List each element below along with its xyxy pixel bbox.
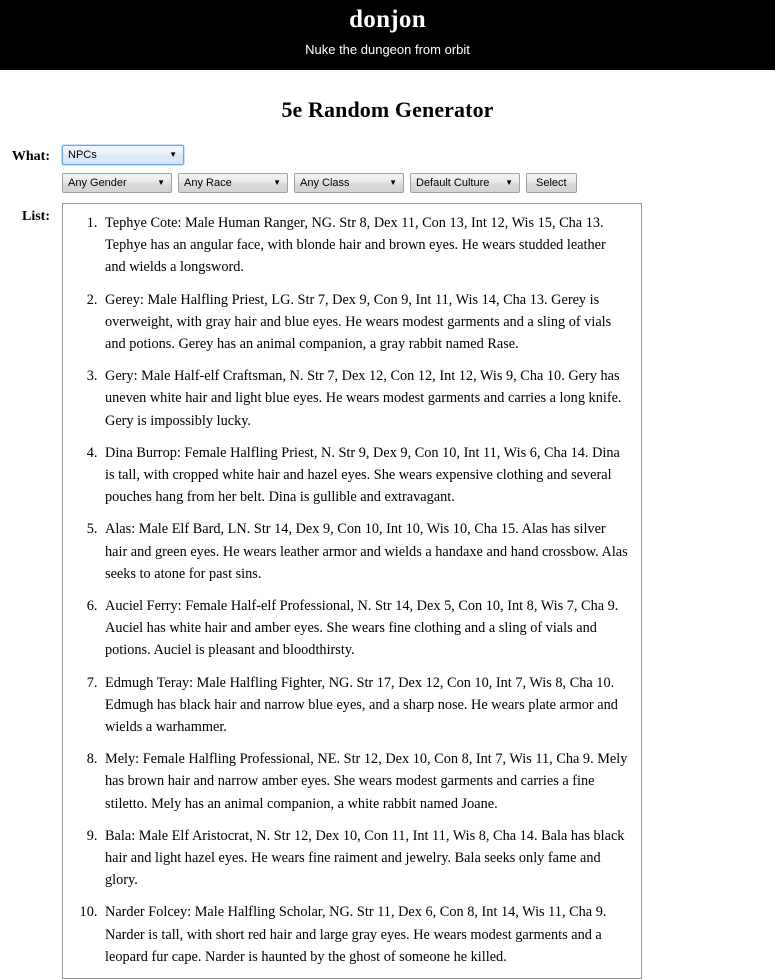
npc-list-item: Alas: Male Elf Bard, LN. Str 14, Dex 9, … — [101, 518, 629, 585]
filter-fields: Any Gender ▼ Any Race ▼ Any Class ▼ Defa… — [62, 173, 577, 193]
npc-list-item: Gerey: Male Halfling Priest, LG. Str 7, … — [101, 289, 629, 356]
gender-select[interactable]: Any Gender ▼ — [62, 173, 172, 193]
what-select[interactable]: NPCs ▼ — [62, 145, 184, 165]
list-label: List: — [22, 209, 50, 224]
chevron-down-icon: ▼ — [389, 178, 397, 187]
site-title: donjon — [349, 6, 426, 33]
chevron-down-icon: ▼ — [505, 178, 513, 187]
npc-list-item: Auciel Ferry: Female Half-elf Profession… — [101, 595, 629, 662]
npc-list-item: Tephye Cote: Male Human Ranger, NG. Str … — [101, 212, 629, 279]
npc-list-item: Mely: Female Halfling Professional, NE. … — [101, 748, 629, 815]
npc-list-item: Edmugh Teray: Male Halfling Fighter, NG.… — [101, 672, 629, 739]
npc-list-item: Dina Burrop: Female Halfling Priest, N. … — [101, 442, 629, 509]
class-select-value: Any Class — [300, 177, 350, 189]
page-title: 5e Random Generator — [281, 97, 494, 122]
generator-form: What: NPCs ▼ Any Gender ▼ Any Race ▼ Any… — [0, 145, 775, 979]
filters-label-spacer — [0, 173, 62, 175]
culture-select[interactable]: Default Culture ▼ — [410, 173, 520, 193]
npc-list: Tephye Cote: Male Human Ranger, NG. Str … — [73, 212, 629, 968]
culture-select-value: Default Culture — [416, 177, 490, 189]
gender-select-value: Any Gender — [68, 177, 127, 189]
chevron-down-icon: ▼ — [273, 178, 281, 187]
race-select-value: Any Race — [184, 177, 232, 189]
npc-list-item: Narder Folcey: Male Halfling Scholar, NG… — [101, 901, 629, 968]
what-fields: NPCs ▼ — [62, 145, 184, 165]
results-panel: Tephye Cote: Male Human Ranger, NG. Str … — [62, 203, 642, 979]
results-fields: Tephye Cote: Male Human Ranger, NG. Str … — [62, 203, 642, 979]
form-row-list: List: Tephye Cote: Male Human Ranger, NG… — [0, 203, 775, 979]
chevron-down-icon: ▼ — [169, 150, 177, 159]
npc-list-item: Bala: Male Elf Aristocrat, N. Str 12, De… — [101, 825, 629, 892]
chevron-down-icon: ▼ — [157, 178, 165, 187]
site-tagline: Nuke the dungeon from orbit — [305, 42, 470, 57]
form-row-filters: Any Gender ▼ Any Race ▼ Any Class ▼ Defa… — [0, 173, 775, 193]
what-label: What: — [11, 149, 50, 164]
select-button[interactable]: Select — [526, 173, 577, 193]
site-header: donjon Nuke the dungeon from orbit — [0, 0, 775, 70]
race-select[interactable]: Any Race ▼ — [178, 173, 288, 193]
what-select-value: NPCs — [68, 149, 97, 161]
class-select[interactable]: Any Class ▼ — [294, 173, 404, 193]
form-row-what: What: NPCs ▼ — [0, 145, 775, 167]
npc-list-item: Gery: Male Half-elf Craftsman, N. Str 7,… — [101, 365, 629, 432]
